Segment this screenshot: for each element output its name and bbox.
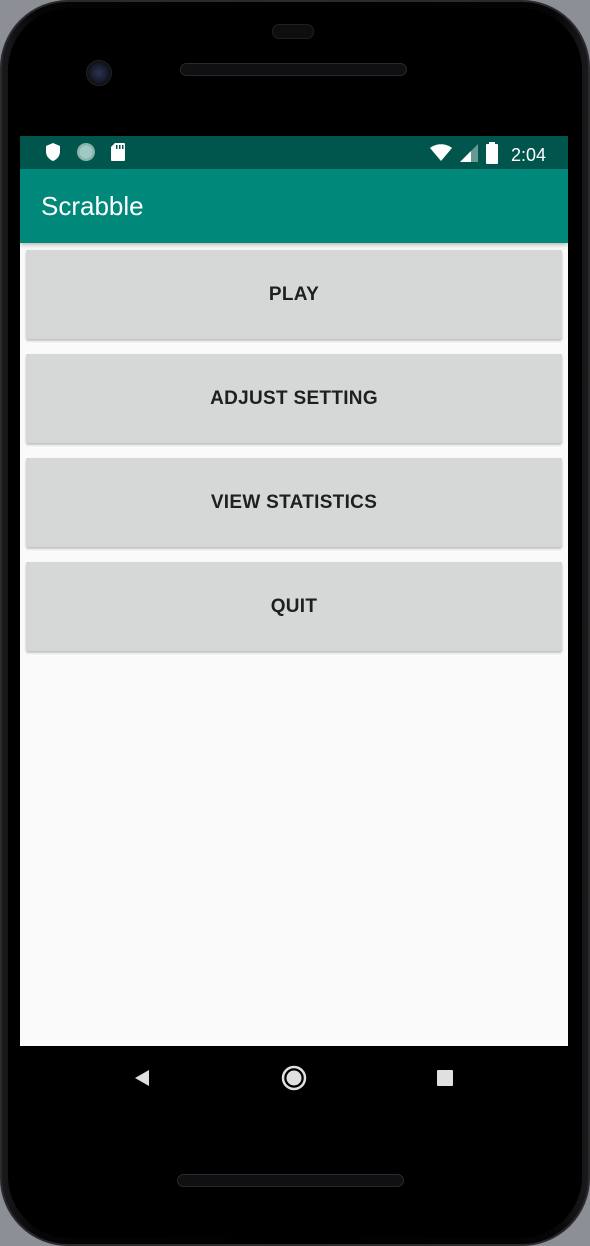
status-time: 2:04 bbox=[510, 145, 546, 165]
phone-frame: 2:04 Scrabble PLAY ADJUST SETTING VIEW S… bbox=[0, 0, 590, 1246]
home-icon[interactable] bbox=[278, 1062, 310, 1094]
status-bar: 2:04 bbox=[20, 136, 568, 169]
recents-icon[interactable] bbox=[429, 1062, 461, 1094]
bottom-speaker bbox=[177, 1174, 404, 1187]
shield-icon bbox=[44, 142, 62, 166]
quit-button[interactable]: QUIT bbox=[26, 562, 562, 651]
status-notification-icons bbox=[44, 142, 126, 166]
battery-icon bbox=[485, 142, 499, 168]
device-screen: 2:04 Scrabble PLAY ADJUST SETTING VIEW S… bbox=[20, 136, 568, 1046]
top-sensor bbox=[272, 24, 314, 39]
play-button[interactable]: PLAY bbox=[26, 250, 562, 339]
sd-card-icon bbox=[110, 142, 126, 166]
front-camera bbox=[86, 60, 112, 86]
view-statistics-button[interactable]: VIEW STATISTICS bbox=[26, 458, 562, 547]
app-title: Scrabble bbox=[41, 191, 144, 221]
wifi-icon bbox=[429, 143, 453, 167]
status-system-icons: 2:04 bbox=[429, 142, 546, 168]
adjust-setting-button[interactable]: ADJUST SETTING bbox=[26, 354, 562, 443]
circle-dot-icon bbox=[76, 142, 96, 166]
cell-signal-icon bbox=[459, 143, 479, 167]
back-icon[interactable] bbox=[126, 1062, 158, 1094]
earpiece-speaker bbox=[180, 63, 407, 76]
navigation-bar bbox=[20, 1046, 568, 1110]
app-bar: Scrabble bbox=[20, 169, 568, 243]
